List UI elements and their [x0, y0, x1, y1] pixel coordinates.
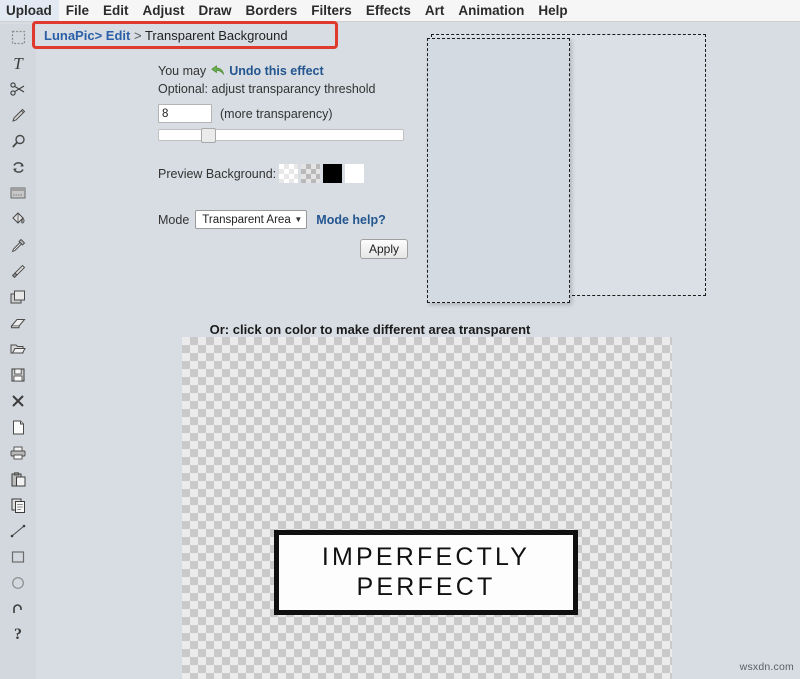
copy-icon[interactable] — [0, 492, 36, 518]
eyedropper-icon[interactable] — [0, 232, 36, 258]
menu-upload[interactable]: Upload — [0, 0, 59, 21]
breadcrumb-current-page: Transparent Background — [144, 27, 288, 43]
threshold-row: (more transparency) — [158, 104, 418, 123]
click-color-hint: Or: click on color to make different are… — [209, 322, 531, 337]
selection-rect-foreground[interactable] — [427, 38, 570, 303]
print-icon[interactable] — [0, 440, 36, 466]
menu-animation[interactable]: Animation — [451, 0, 531, 21]
mode-label: Mode — [158, 212, 190, 227]
menu-filters[interactable]: Filters — [304, 0, 359, 21]
menu-file[interactable]: File — [59, 0, 96, 21]
undo-arrow-icon — [211, 65, 225, 76]
transparency-controls-panel: You may Undo this effect Optional: adjus… — [158, 62, 418, 259]
image-canvas[interactable]: IMPERFECTLY PERFECT — [182, 337, 672, 679]
breadcrumb-separator-2: > — [133, 27, 142, 43]
undo-prefix-label: You may — [158, 63, 207, 78]
rotate-icon[interactable] — [0, 154, 36, 180]
rectangle-tool-icon[interactable] — [0, 544, 36, 570]
help-question-icon[interactable]: ? — [0, 622, 36, 648]
chevron-down-icon: ▼ — [294, 215, 303, 224]
slider-track[interactable] — [158, 129, 404, 141]
threshold-hint-label: (more transparency) — [220, 106, 333, 121]
menu-borders[interactable]: Borders — [239, 0, 305, 21]
layers-icon[interactable] — [0, 284, 36, 310]
swatch-checker-dark[interactable] — [301, 164, 321, 183]
mode-select[interactable]: Transparent Area ▼ — [195, 210, 308, 229]
swatch-white[interactable] — [345, 164, 365, 183]
menu-art[interactable]: Art — [418, 0, 452, 21]
menu-adjust[interactable]: Adjust — [136, 0, 192, 21]
menu-edit[interactable]: Edit — [96, 0, 136, 21]
menu-help[interactable]: Help — [531, 0, 574, 21]
swatch-checker-light[interactable] — [279, 164, 299, 183]
new-file-icon[interactable] — [0, 414, 36, 440]
save-disk-icon[interactable] — [0, 362, 36, 388]
watermark: wsxdn.com — [739, 661, 794, 673]
preview-background-row: Preview Background: — [158, 164, 418, 183]
menu-draw[interactable]: Draw — [192, 0, 239, 21]
text-tool-icon[interactable]: T — [0, 50, 36, 76]
selection-preview — [421, 31, 706, 303]
breadcrumb-highlight-box: LunaPic> Edit > Transparent Background — [32, 21, 338, 49]
close-x-icon[interactable] — [0, 388, 36, 414]
mode-select-value: Transparent Area — [202, 213, 291, 226]
preview-background-label: Preview Background: — [158, 166, 277, 181]
threshold-slider[interactable] — [158, 128, 404, 143]
breadcrumb-separator-1: > — [94, 27, 103, 43]
apply-button[interactable]: Apply — [359, 239, 408, 259]
slider-thumb[interactable] — [201, 128, 216, 143]
breadcrumb-root-link[interactable]: LunaPic — [44, 28, 95, 43]
magnifier-icon[interactable] — [0, 128, 36, 154]
line-tool-icon[interactable] — [0, 518, 36, 544]
mode-help-link[interactable]: Mode help? — [316, 213, 385, 227]
undo-row: You may Undo this effect — [158, 62, 418, 79]
undo-this-effect-link[interactable]: Undo this effect — [229, 64, 323, 78]
menu-bar: Upload File Edit Adjust Draw Borders Fil… — [0, 0, 800, 22]
paste-icon[interactable] — [0, 466, 36, 492]
open-folder-icon[interactable] — [0, 336, 36, 362]
breadcrumb-section-link[interactable]: Edit — [106, 28, 131, 43]
ellipse-tool-icon[interactable] — [0, 570, 36, 596]
sign-image[interactable]: IMPERFECTLY PERFECT — [274, 530, 578, 615]
paint-bucket-icon[interactable] — [0, 206, 36, 232]
swatch-black[interactable] — [323, 164, 343, 183]
mode-row: Mode Transparent Area ▼ Mode help? — [158, 210, 418, 229]
marquee-select-icon[interactable] — [0, 24, 36, 50]
scissors-icon[interactable] — [0, 76, 36, 102]
optional-threshold-label: Optional: adjust transparancy threshold — [158, 82, 376, 96]
crop-icon[interactable] — [0, 180, 36, 206]
breadcrumb: LunaPic> Edit > Transparent Background — [44, 28, 288, 43]
pencil-icon[interactable] — [0, 102, 36, 128]
tool-sidebar: T ? — [0, 24, 36, 679]
apply-row: Apply — [158, 239, 408, 259]
sign-text-line-1: IMPERFECTLY — [321, 543, 531, 571]
threshold-input[interactable] — [158, 104, 212, 123]
menu-effects[interactable]: Effects — [359, 0, 418, 21]
paintbrush-icon[interactable] — [0, 258, 36, 284]
sign-text-line-2: PERFECT — [356, 572, 496, 601]
undo-arrow-icon[interactable] — [0, 596, 36, 622]
